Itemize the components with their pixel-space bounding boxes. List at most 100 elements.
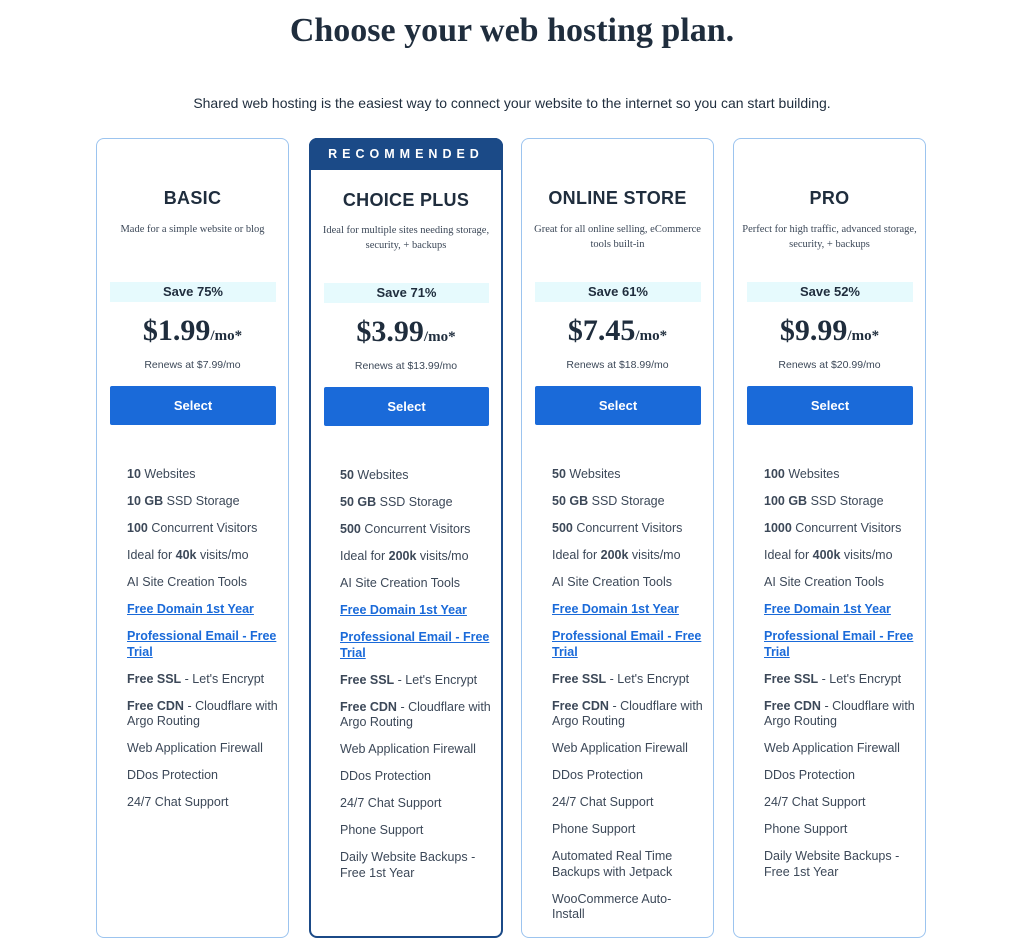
feature-item: AI Site Creation Tools <box>764 575 915 591</box>
feature-item: Automated Real Time Backups with Jetpack <box>552 849 703 880</box>
feature-text: Automated Real Time Backups with Jetpack <box>552 849 673 879</box>
feature-item: Free SSL - Let's Encrypt <box>127 672 278 688</box>
price-period: /mo* <box>210 328 243 344</box>
feature-text: Phone Support <box>764 822 848 836</box>
feature-text: visits/mo <box>628 548 681 562</box>
feature-item: DDos Protection <box>127 768 278 784</box>
feature-text: SSD Storage <box>588 494 665 508</box>
feature-link[interactable]: Free Domain 1st Year <box>552 602 679 616</box>
feature-text: Phone Support <box>340 823 424 837</box>
feature-item: Ideal for 200k visits/mo <box>340 549 491 565</box>
feature-item: 100 Websites <box>764 467 915 483</box>
feature-link[interactable]: Free Domain 1st Year <box>764 602 891 616</box>
feature-item: Phone Support <box>340 823 491 839</box>
plan-card-choice-plus: RECOMMENDED CHOICE PLUS Ideal for multiple… <box>309 138 503 938</box>
feature-item: Free CDN - Cloudflare with Argo Routing <box>340 700 491 731</box>
select-button[interactable]: Select <box>324 387 489 426</box>
feature-item: Free SSL - Let's Encrypt <box>764 672 915 688</box>
plan-card-online-store: ONLINE STORE Great for all online selling… <box>521 138 714 938</box>
feature-prefix: Ideal for <box>340 549 389 563</box>
feature-item: AI Site Creation Tools <box>552 575 703 591</box>
feature-text: visits/mo <box>196 548 249 562</box>
feature-highlight: 50 <box>552 467 566 481</box>
feature-link[interactable]: Professional Email - Free Trial <box>552 629 701 659</box>
feature-item: 50 Websites <box>340 468 491 484</box>
save-badge: Save 52% <box>747 282 913 302</box>
renewal-price: Renews at $7.99/mo <box>144 359 241 371</box>
feature-link[interactable]: Professional Email - Free Trial <box>764 629 913 659</box>
feature-text: Web Application Firewall <box>127 741 263 755</box>
plan-card-pro: PRO Perfect for high traffic, advanced st… <box>733 138 926 938</box>
feature-highlight: Free CDN <box>340 699 397 714</box>
feature-prefix: Ideal for <box>127 548 176 562</box>
feature-item: 100 GB SSD Storage <box>764 494 915 510</box>
feature-item: Phone Support <box>764 822 915 838</box>
feature-item: 50 Websites <box>552 467 703 483</box>
feature-link[interactable]: Free Domain 1st Year <box>127 602 254 616</box>
feature-item: 500 Concurrent Visitors <box>340 522 491 538</box>
feature-link[interactable]: Free Domain 1st Year <box>340 603 467 617</box>
feature-item: DDos Protection <box>552 768 703 784</box>
plan-description: Perfect for high traffic, advanced stora… <box>742 224 917 250</box>
feature-item: Free Domain 1st Year <box>552 602 703 618</box>
feature-item: 24/7 Chat Support <box>764 795 915 811</box>
price-amount: $7.45 <box>567 314 636 347</box>
price: $7.45/mo* <box>522 314 713 348</box>
feature-highlight: 1000 <box>764 521 792 535</box>
feature-text: 24/7 Chat Support <box>340 796 442 810</box>
feature-text: Websites <box>353 468 409 482</box>
price: $1.99/mo* <box>97 314 288 348</box>
feature-highlight: Free CDN <box>764 698 821 713</box>
feature-highlight: Free CDN <box>552 698 609 713</box>
feature-item: Web Application Firewall <box>552 741 703 757</box>
feature-highlight: 100 <box>764 467 785 481</box>
select-button[interactable]: Select <box>535 386 701 425</box>
feature-highlight: 50 GB <box>340 495 377 509</box>
feature-link[interactable]: Professional Email - Free Trial <box>127 629 276 659</box>
feature-item: 24/7 Chat Support <box>340 796 491 812</box>
feature-list: 10 Websites 10 GB SSD Storage 100 Concurre… <box>127 467 278 822</box>
price-period: /mo* <box>635 328 668 344</box>
feature-text: AI Site Creation Tools <box>340 576 460 590</box>
page-subtitle: Shared web hosting is the easiest way to… <box>193 95 831 111</box>
feature-highlight: 500 <box>340 522 361 536</box>
page-title: Choose your web hosting plan. <box>289 12 735 49</box>
feature-item: Daily Website Backups - Free 1st Year <box>764 849 915 880</box>
feature-text: Concurrent Visitors <box>360 522 471 536</box>
feature-prefix: Ideal for <box>552 548 601 562</box>
select-button[interactable]: Select <box>747 386 913 425</box>
feature-item: Professional Email - Free Trial <box>340 630 491 661</box>
save-badge: Save 71% <box>324 283 489 303</box>
feature-text: 24/7 Chat Support <box>764 795 866 809</box>
price-period: /mo* <box>847 328 880 344</box>
feature-text: Websites <box>565 467 621 481</box>
price-amount: $9.99 <box>779 314 848 347</box>
feature-text: visits/mo <box>840 548 893 562</box>
renewal-price: Renews at $18.99/mo <box>566 359 669 371</box>
price: $3.99/mo* <box>311 315 501 349</box>
feature-item: Ideal for 40k visits/mo <box>127 548 278 564</box>
feature-prefix: Ideal for <box>764 548 813 562</box>
feature-text: Websites <box>784 467 840 481</box>
feature-highlight: 100 <box>127 521 148 535</box>
feature-highlight: 10 <box>127 467 141 481</box>
feature-text: 24/7 Chat Support <box>552 795 654 809</box>
feature-item: Free SSL - Let's Encrypt <box>340 673 491 689</box>
recommended-banner: RECOMMENDED <box>309 138 503 170</box>
feature-link[interactable]: Professional Email - Free Trial <box>340 630 489 660</box>
plan-description: Made for a simple website or blog <box>120 224 265 235</box>
feature-item: 10 GB SSD Storage <box>127 494 278 510</box>
plan-name: PRO <box>809 188 850 208</box>
select-button[interactable]: Select <box>110 386 276 425</box>
feature-highlight: 40k <box>175 548 197 562</box>
feature-item: 50 GB SSD Storage <box>340 495 491 511</box>
feature-highlight: Free SSL <box>764 671 819 686</box>
feature-item: Free SSL - Let's Encrypt <box>552 672 703 688</box>
plan-description: Ideal for multiple sites needing storage… <box>322 225 490 251</box>
feature-item: Web Application Firewall <box>127 741 278 757</box>
feature-text: DDos Protection <box>340 769 432 783</box>
feature-text: AI Site Creation Tools <box>552 575 672 589</box>
feature-item: Ideal for 200k visits/mo <box>552 548 703 564</box>
feature-highlight: 500 <box>552 521 573 535</box>
feature-text: Web Application Firewall <box>552 741 688 755</box>
